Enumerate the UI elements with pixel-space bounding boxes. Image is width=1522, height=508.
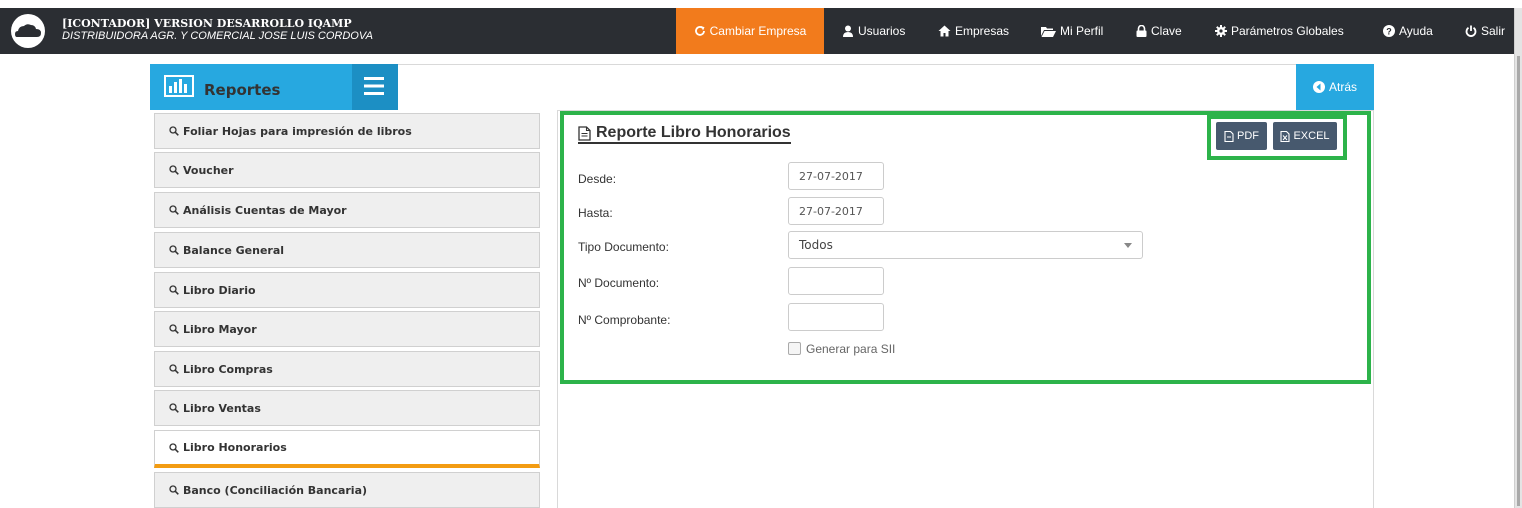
home-icon: [938, 25, 951, 37]
sidebar-item-libro-compras[interactable]: Libro Compras: [154, 351, 540, 387]
nav-empresas-label: Empresas: [955, 24, 1010, 38]
search-icon: [169, 205, 179, 215]
excel-export-label: EXCEL: [1293, 130, 1330, 142]
cloud-logo-icon: [11, 14, 45, 48]
user-icon: [843, 25, 853, 37]
report-title: Reporte Libro Honorarios: [578, 124, 791, 144]
back-button[interactable]: Atrás: [1296, 64, 1374, 110]
search-icon: [169, 442, 179, 453]
numero-documento-input[interactable]: [788, 267, 884, 295]
sidebar-item-libro-diario[interactable]: Libro Diario: [154, 272, 540, 308]
desde-date-value: 27-07-2017: [799, 169, 863, 183]
folder-open-icon: [1041, 26, 1056, 37]
sidebar-item-label: Libro Honorarios: [183, 441, 287, 454]
sidebar-item-label: Foliar Hojas para impresión de libros: [183, 124, 412, 138]
sidebar-item-libro-mayor[interactable]: Libro Mayor: [154, 311, 540, 347]
refresh-icon: [694, 26, 705, 36]
nav-usuarios-label: Usuarios: [858, 24, 906, 38]
page: [ICONTADOR] VERSION DESARROLLO IQAMP DIS…: [0, 0, 1522, 508]
nav-clave-label: Clave: [1151, 24, 1182, 38]
nav-ayuda[interactable]: ? Ayuda: [1383, 8, 1433, 54]
sidebar-item-libro-honorarios[interactable]: Libro Honorarios: [154, 430, 540, 468]
nav-ayuda-label: Ayuda: [1399, 24, 1433, 38]
nav-mi-perfil-label: Mi Perfil: [1060, 24, 1104, 38]
search-icon: [169, 126, 179, 136]
bar-chart-icon: [164, 75, 194, 97]
sidebar-item-label: Balance General: [183, 243, 285, 257]
numero-comprobante-input[interactable]: [788, 303, 884, 331]
sidebar-item-label: Voucher: [183, 163, 234, 177]
sidebar-item-analisis-cuentas[interactable]: Análisis Cuentas de Mayor: [154, 192, 540, 228]
nav-parametros-globales[interactable]: Parámetros Globales: [1215, 8, 1344, 54]
pdf-export-label: PDF: [1237, 130, 1259, 142]
sidebar-item-label: Libro Compras: [183, 362, 273, 376]
sidebar-item-libro-ventas[interactable]: Libro Ventas: [154, 390, 540, 426]
search-icon: [169, 364, 179, 374]
app-title-line1: [ICONTADOR] VERSION DESARROLLO IQAMP: [62, 17, 352, 30]
generar-sii-checkbox[interactable]: [788, 342, 801, 355]
numero-comprobante-label: Nº Comprobante:: [578, 313, 671, 327]
sidebar-item-label: Banco (Conciliación Bancaria): [183, 483, 368, 497]
panel-title: Reportes: [204, 81, 281, 99]
company-name: DISTRIBUIDORA AGR. Y COMERCIAL JOSE LUIS…: [62, 30, 373, 42]
nav-parametros-globales-label: Parámetros Globales: [1231, 24, 1344, 38]
tipo-documento-select[interactable]: Todos: [788, 231, 1143, 259]
chevron-down-icon: [1124, 243, 1132, 248]
sidebar-item-balance-general[interactable]: Balance General: [154, 232, 540, 268]
nav-cambiar-empresa-label: Cambiar Empresa: [709, 24, 807, 38]
sidebar-item-label: Libro Mayor: [183, 322, 257, 336]
hasta-label: Hasta:: [578, 206, 613, 220]
reportes-header: Reportes: [150, 64, 352, 110]
nav-mi-perfil[interactable]: Mi Perfil: [1041, 8, 1103, 54]
sidebar-item-label: Libro Diario: [183, 283, 256, 297]
power-icon: [1465, 25, 1477, 37]
numero-documento-label: Nº Documento:: [578, 276, 660, 290]
help-icon: ?: [1383, 25, 1395, 37]
search-icon: [169, 403, 179, 413]
back-button-label: Atrás: [1328, 80, 1357, 94]
app-title: [ICONTADOR] VERSION DESARROLLO IQAMP DIS…: [62, 17, 373, 43]
search-icon: [169, 324, 179, 334]
desde-label: Desde:: [578, 172, 617, 186]
generar-sii-label: Generar para SII: [806, 342, 896, 356]
tipo-documento-value: Todos: [799, 238, 833, 252]
nav-cambiar-empresa[interactable]: Cambiar Empresa: [676, 8, 824, 54]
sidebar-item-label: Análisis Cuentas de Mayor: [183, 203, 347, 217]
desde-date-input[interactable]: 27-07-2017: [788, 162, 884, 190]
scrollbar-thumb[interactable]: [1517, 56, 1520, 506]
arrow-left-circle-icon: [1312, 81, 1325, 93]
top-navbar: [ICONTADOR] VERSION DESARROLLO IQAMP DIS…: [0, 8, 1522, 54]
sidebar-item-label: Libro Ventas: [183, 401, 261, 415]
report-title-label: Reporte Libro Honorarios: [596, 124, 791, 141]
vertical-scrollbar[interactable]: [1514, 8, 1522, 508]
hasta-date-input[interactable]: 27-07-2017: [788, 197, 884, 225]
document-icon: [578, 125, 591, 141]
nav-clave[interactable]: Clave: [1136, 8, 1182, 54]
lock-icon: [1136, 25, 1147, 37]
sidebar-item-voucher[interactable]: Voucher: [154, 152, 540, 188]
reports-sidebar: Foliar Hojas para impresión de libros Vo…: [150, 110, 546, 508]
sidebar-item-banco[interactable]: Banco (Conciliación Bancaria): [154, 472, 540, 508]
nav-usuarios[interactable]: Usuarios: [842, 8, 905, 54]
search-icon: [169, 485, 179, 495]
search-icon: [169, 285, 179, 295]
svg-text:?: ?: [1386, 27, 1392, 37]
gear-icon: [1215, 25, 1227, 37]
file-pdf-icon: [1224, 130, 1234, 142]
file-excel-icon: [1280, 130, 1291, 142]
tipo-documento-label: Tipo Documento:: [578, 240, 669, 254]
nav-salir-label: Salir: [1481, 24, 1506, 38]
pdf-export-button[interactable]: PDF: [1216, 122, 1267, 150]
search-icon: [169, 245, 179, 255]
search-icon: [169, 165, 179, 175]
menu-toggle-button[interactable]: [352, 64, 398, 110]
sidebar-item-foliar-hojas[interactable]: Foliar Hojas para impresión de libros: [154, 113, 540, 149]
excel-export-button[interactable]: EXCEL: [1273, 122, 1337, 150]
hamburger-icon: [364, 77, 384, 95]
nav-salir[interactable]: Salir: [1465, 8, 1505, 54]
nav-empresas[interactable]: Empresas: [938, 8, 1009, 54]
hasta-date-value: 27-07-2017: [799, 204, 863, 218]
